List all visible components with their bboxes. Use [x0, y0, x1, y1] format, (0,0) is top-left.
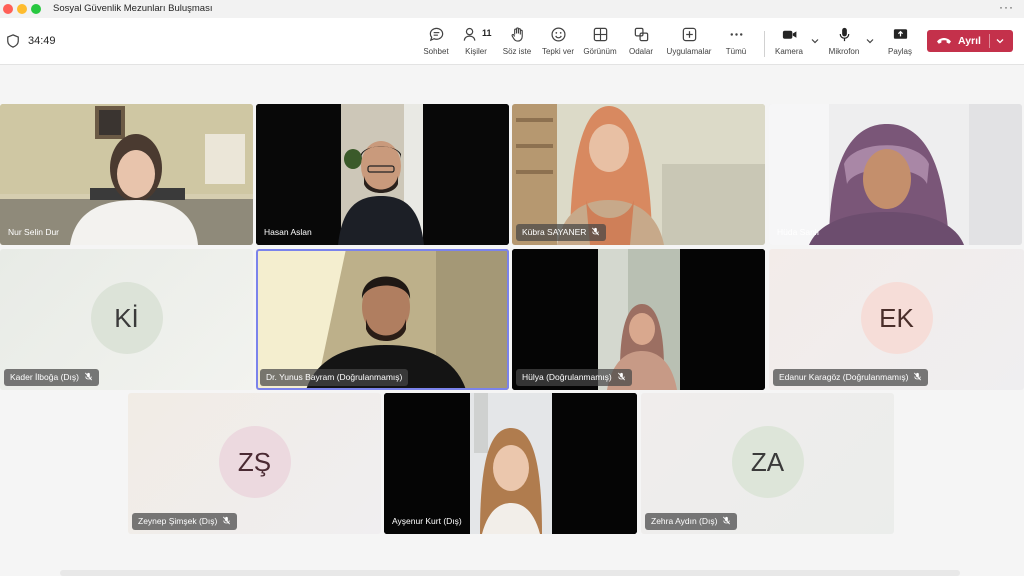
minimize-window-button[interactable] — [17, 4, 27, 14]
participant-name-badge: Dr. Yunus Bayram (Doğrulanmamış) — [260, 369, 409, 386]
people-icon — [463, 27, 476, 41]
participant-avatar: ZŞ — [218, 425, 291, 498]
participant-tile-aysenur-kurt[interactable]: Ayşenur Kurt (Dış) — [384, 393, 637, 534]
participant-tile-nur-selin-dur[interactable]: Nur Selin Dur — [0, 104, 253, 245]
people-label: Kişiler — [465, 47, 487, 56]
leave-divider — [989, 34, 990, 48]
participant-name: Hüda Sanlı — [777, 227, 820, 237]
people-button[interactable]: 11 Kişiler — [454, 26, 498, 56]
raise-hand-label: Söz iste — [502, 47, 532, 56]
participant-tile-zeynep-simsek[interactable]: ZŞ Zeynep Şimşek (Dış) — [128, 393, 381, 534]
participant-name: Zehra Aydın (Dış) — [651, 516, 718, 526]
participant-name: Hasan Aslan — [264, 227, 312, 237]
participant-name: Kader İlboğa (Dış) — [10, 372, 79, 382]
participant-name: Dr. Yunus Bayram (Doğrulanmamış) — [266, 372, 403, 382]
mic-off-icon — [617, 372, 625, 381]
participant-tile-hasan-aslan[interactable]: Hasan Aslan — [256, 104, 509, 245]
participant-tile-yunus-bayram[interactable]: Dr. Yunus Bayram (Doğrulanmamış) — [256, 249, 509, 390]
react-button[interactable]: Tepki ver — [536, 26, 580, 56]
leave-options-chevron-icon[interactable] — [995, 36, 1005, 46]
camera-label: Kamera — [774, 47, 803, 56]
participant-tile-kader-ilboga[interactable]: Kİ Kader İlboğa (Dış) — [0, 249, 253, 390]
toolbar-divider — [764, 31, 765, 57]
mic-off-icon — [592, 227, 600, 236]
participant-name-badge: Kader İlboğa (Dış) — [4, 369, 99, 386]
participant-name-badge: Zeynep Şimşek (Dış) — [132, 513, 238, 530]
participant-tile-edanur-karagoz[interactable]: EK Edanur Karagöz (Doğrulanmamış) — [769, 249, 1024, 390]
mic-off-icon — [914, 372, 922, 381]
chat-icon — [429, 27, 443, 42]
participant-name: Edanur Karagöz (Doğrulanmamış) — [779, 372, 909, 382]
participant-name-badge: Edanur Karagöz (Doğrulanmamış) — [773, 369, 929, 386]
hang-up-phone-icon — [937, 38, 951, 44]
raise-hand-icon — [511, 27, 523, 42]
meeting-toolbar: 34:49 Sohbet 11 Kişiler Söz iste Tepki v… — [0, 18, 1024, 65]
add-app-icon — [682, 27, 696, 42]
participant-avatar: ZA — [731, 425, 804, 498]
leave-button[interactable]: Ayrıl — [927, 30, 1013, 52]
leave-label: Ayrıl — [958, 35, 981, 47]
grid-view-icon — [593, 27, 607, 42]
smile-icon — [550, 27, 566, 42]
microphone-button[interactable]: Mikrofon — [822, 26, 866, 56]
window-title: Sosyal Güvenlik Mezunları Buluşması — [53, 3, 213, 14]
participant-name-badge: Kübra SAYANER — [516, 224, 607, 241]
camera-options-chevron-icon[interactable] — [810, 36, 820, 46]
more-label: Tümü — [725, 47, 747, 56]
more-button[interactable]: Tümü — [714, 26, 758, 56]
chat-label: Sohbet — [423, 47, 449, 56]
react-label: Tepki ver — [541, 47, 574, 56]
participant-name: Nur Selin Dur — [8, 227, 60, 237]
meeting-timer: 34:49 — [28, 35, 56, 47]
apps-button[interactable]: Uygulamalar — [666, 26, 712, 56]
rooms-label: Odalar — [628, 47, 653, 56]
mic-off-icon — [84, 372, 92, 381]
share-screen-icon — [893, 29, 907, 39]
breakout-rooms-icon — [634, 27, 648, 42]
zoom-window-button[interactable] — [31, 4, 41, 14]
microphone-icon — [839, 27, 849, 42]
microphone-label: Mikrofon — [828, 47, 860, 56]
rooms-button[interactable]: Odalar — [619, 26, 663, 56]
chat-button[interactable]: Sohbet — [414, 26, 458, 56]
share-button[interactable]: Paylaş — [878, 26, 922, 56]
share-label: Paylaş — [887, 47, 912, 56]
participant-avatar: Kİ — [90, 281, 163, 354]
participant-name: Ayşenur Kurt (Dış) — [392, 516, 462, 526]
people-count: 11 — [482, 28, 492, 38]
participant-name: Zeynep Şimşek (Dış) — [138, 516, 218, 526]
view-label: Görünüm — [583, 47, 617, 56]
participant-name-badge: Hülya (Doğrulanmamış) — [516, 369, 632, 386]
participant-name-badge: Zehra Aydın (Dış) — [645, 513, 738, 530]
participant-tile-zehra-aydin[interactable]: ZA Zehra Aydın (Dış) — [641, 393, 894, 534]
window-title-bar: Sosyal Güvenlik Mezunları Buluşması ··· — [0, 0, 1024, 18]
raise-hand-button[interactable]: Söz iste — [495, 26, 539, 56]
participant-tile-huda-sanli[interactable]: Hüda Sanlı — [769, 104, 1022, 245]
camera-button[interactable]: Kamera — [767, 26, 811, 56]
mic-off-icon — [223, 516, 231, 525]
close-window-button[interactable] — [3, 4, 13, 14]
participant-tile-kubra-sayaner[interactable]: Kübra SAYANER — [512, 104, 765, 245]
more-horizontal-icon[interactable]: ··· — [999, 0, 1014, 14]
participant-name: Kübra SAYANER — [522, 227, 587, 237]
participant-name: Hülya (Doğrulanmamış) — [522, 372, 612, 382]
mic-off-icon — [723, 516, 731, 525]
participant-avatar: EK — [860, 281, 933, 354]
more-icon — [730, 33, 742, 36]
participant-tile-hulya[interactable]: Hülya (Doğrulanmamış) — [512, 249, 765, 390]
camera-icon — [782, 30, 796, 39]
bottom-edge — [60, 570, 960, 576]
apps-label: Uygulamalar — [666, 47, 712, 56]
microphone-options-chevron-icon[interactable] — [865, 36, 875, 46]
view-button[interactable]: Görünüm — [578, 26, 622, 56]
shield-icon — [7, 34, 19, 48]
